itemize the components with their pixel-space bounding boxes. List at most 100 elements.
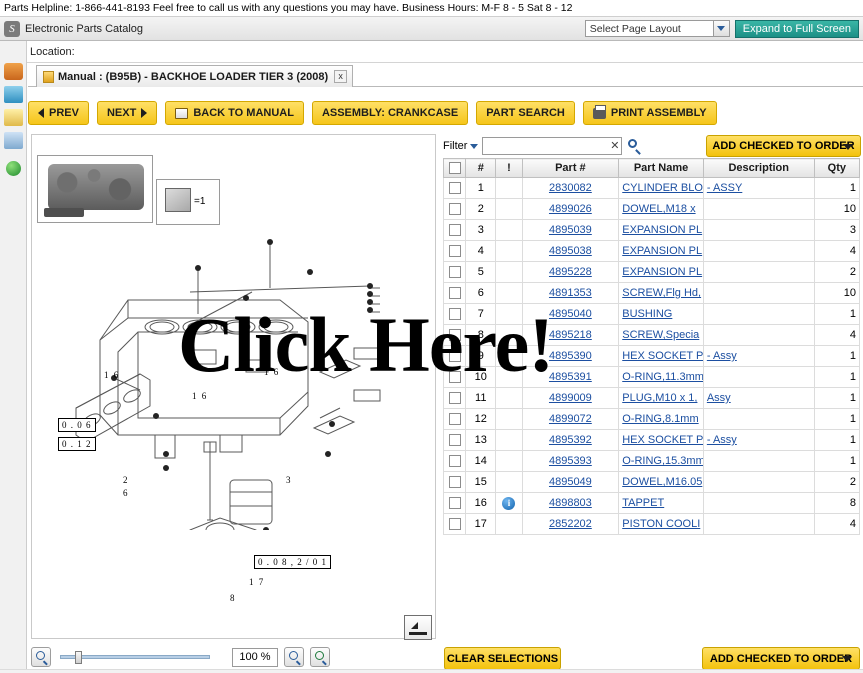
tab-manual[interactable]: Manual : (B95B) - BACKHOE LOADER TIER 3 … bbox=[36, 65, 354, 87]
part-name-link[interactable]: O-RING,8.1mm bbox=[622, 413, 698, 425]
part-number-link[interactable]: 4895040 bbox=[549, 308, 592, 320]
row-part-name[interactable]: PLUG,M10 x 1, bbox=[618, 387, 704, 409]
part-number-link[interactable]: 4899072 bbox=[549, 413, 592, 425]
part-number-link[interactable]: 4895039 bbox=[549, 224, 592, 236]
row-part-name[interactable]: O-RING,15.3mm bbox=[618, 450, 704, 472]
zoom-in-icon[interactable] bbox=[284, 647, 304, 667]
home-icon[interactable] bbox=[3, 63, 23, 80]
row-checkbox[interactable] bbox=[448, 413, 461, 426]
chevron-down-icon[interactable] bbox=[843, 144, 853, 150]
part-number-link[interactable]: 4895218 bbox=[549, 329, 592, 341]
chevron-down-icon[interactable] bbox=[470, 143, 479, 149]
row-part-name[interactable]: HEX SOCKET P bbox=[618, 345, 704, 367]
clear-selections-button[interactable]: CLEAR SELECTIONS bbox=[444, 647, 561, 670]
part-number-link[interactable]: 4899026 bbox=[549, 203, 592, 215]
part-name-link[interactable]: DOWEL,M18 x bbox=[622, 203, 695, 215]
row-part-name[interactable]: EXPANSION PL bbox=[618, 219, 704, 241]
part-name-link[interactable]: SCREW,Flg Hd, bbox=[622, 287, 701, 299]
row-part-number[interactable]: 4895228 bbox=[521, 261, 620, 283]
search-icon[interactable] bbox=[626, 138, 642, 155]
row-checkbox[interactable] bbox=[448, 203, 461, 216]
row-checkbox-cell[interactable] bbox=[442, 450, 467, 472]
row-part-name[interactable]: TAPPET bbox=[618, 492, 704, 514]
chevron-down-icon[interactable] bbox=[712, 21, 729, 36]
row-checkbox-cell[interactable] bbox=[442, 261, 467, 283]
part-name-link[interactable]: SCREW,Specia bbox=[622, 329, 699, 341]
table-row[interactable]: 11 4899009 PLUG,M10 x 1, Assy 1 bbox=[442, 387, 861, 409]
zoom-slider-handle[interactable] bbox=[75, 651, 82, 664]
row-checkbox-cell[interactable] bbox=[442, 198, 467, 220]
row-part-name[interactable]: BUSHING bbox=[618, 303, 704, 325]
part-number-link[interactable]: 4895392 bbox=[549, 434, 592, 446]
row-part-name[interactable]: DOWEL,M16.05 bbox=[618, 471, 704, 493]
part-name-link[interactable]: EXPANSION PL bbox=[622, 224, 702, 236]
row-part-number[interactable]: 4895049 bbox=[521, 471, 620, 493]
row-checkbox-cell[interactable] bbox=[442, 492, 467, 514]
add-checked-to-order-button-bottom[interactable]: ADD CHECKED TO ORDER bbox=[702, 647, 860, 670]
table-row[interactable]: 2 4899026 DOWEL,M18 x 10 bbox=[442, 198, 861, 220]
part-name-link[interactable]: HEX SOCKET P bbox=[622, 350, 702, 362]
row-part-name[interactable]: EXPANSION PL bbox=[618, 240, 704, 262]
select-all-checkbox[interactable] bbox=[448, 162, 461, 175]
table-row[interactable]: 16 i 4898803 TAPPET 8 bbox=[442, 492, 861, 514]
table-row[interactable]: 13 4895392 HEX SOCKET P - Assy 1 bbox=[442, 429, 861, 451]
row-part-number[interactable]: 4895393 bbox=[521, 450, 620, 472]
part-name-link[interactable]: EXPANSION PL bbox=[622, 245, 702, 257]
part-number-link[interactable]: 4895038 bbox=[549, 245, 592, 257]
row-part-name[interactable]: EXPANSION PL bbox=[618, 261, 704, 283]
part-number-link[interactable]: 2852202 bbox=[549, 518, 592, 530]
row-checkbox[interactable] bbox=[448, 455, 461, 468]
row-part-number[interactable]: 4899072 bbox=[521, 408, 620, 430]
row-part-number[interactable]: 4895392 bbox=[521, 429, 620, 451]
part-name-link[interactable]: DOWEL,M16.05 bbox=[622, 476, 702, 488]
order-icon[interactable] bbox=[3, 109, 23, 126]
table-row[interactable]: 1 2830082 CYLINDER BLO - ASSY 1 bbox=[442, 177, 861, 199]
column-header-part-number[interactable]: Part # bbox=[521, 158, 620, 178]
row-checkbox[interactable] bbox=[448, 224, 461, 237]
column-header-flag[interactable]: ! bbox=[495, 158, 523, 178]
row-part-number[interactable]: 4898803 bbox=[521, 492, 620, 514]
part-name-link[interactable]: PISTON COOLI bbox=[622, 518, 700, 530]
documents-icon[interactable] bbox=[3, 86, 23, 103]
row-checkbox-cell[interactable] bbox=[442, 387, 467, 409]
row-part-number[interactable]: 4899009 bbox=[521, 387, 620, 409]
filter-input[interactable]: ✕ bbox=[482, 137, 623, 155]
table-row[interactable]: 4 4895038 EXPANSION PL 4 bbox=[442, 240, 861, 262]
row-checkbox-cell[interactable] bbox=[442, 513, 467, 535]
back-to-manual-button[interactable]: BACK TO MANUAL bbox=[165, 101, 304, 125]
column-header-qty[interactable]: Qty bbox=[813, 158, 861, 178]
part-number-link[interactable]: 4898803 bbox=[549, 497, 592, 509]
row-checkbox[interactable] bbox=[448, 287, 461, 300]
row-part-name[interactable]: SCREW,Specia bbox=[618, 324, 704, 346]
part-number-link[interactable]: 4895049 bbox=[549, 476, 592, 488]
row-part-number[interactable]: 4895039 bbox=[521, 219, 620, 241]
part-number-link[interactable]: 4895228 bbox=[549, 266, 592, 278]
table-row[interactable]: 12 4899072 O-RING,8.1mm 1 bbox=[442, 408, 861, 430]
row-part-number[interactable]: 4895038 bbox=[521, 240, 620, 262]
add-checked-to-order-button-top[interactable]: ADD CHECKED TO ORDER bbox=[706, 135, 861, 157]
part-number-link[interactable]: 4895393 bbox=[549, 455, 592, 467]
popout-icon[interactable] bbox=[404, 615, 432, 640]
chevron-down-icon[interactable] bbox=[842, 656, 852, 662]
row-part-number[interactable]: 4899026 bbox=[521, 198, 620, 220]
zoom-slider[interactable] bbox=[60, 651, 210, 664]
next-button[interactable]: NEXT bbox=[96, 101, 158, 125]
part-name-link[interactable]: O-RING,15.3mm bbox=[622, 455, 702, 467]
prev-button[interactable]: PREV bbox=[28, 101, 89, 125]
row-checkbox-cell[interactable] bbox=[442, 177, 467, 199]
row-checkbox-cell[interactable] bbox=[442, 219, 467, 241]
engine-thumbnail[interactable] bbox=[37, 155, 153, 223]
column-header-number[interactable]: # bbox=[465, 158, 497, 178]
row-checkbox[interactable] bbox=[448, 434, 461, 447]
table-row[interactable]: 14 4895393 O-RING,15.3mm 1 bbox=[442, 450, 861, 472]
table-row[interactable]: 15 4895049 DOWEL,M16.05 2 bbox=[442, 471, 861, 493]
row-part-number[interactable]: 2830082 bbox=[521, 177, 620, 199]
part-number-link[interactable]: 4899009 bbox=[549, 392, 592, 404]
row-part-name[interactable]: HEX SOCKET P bbox=[618, 429, 704, 451]
part-number-link[interactable]: 2830082 bbox=[549, 182, 592, 194]
part-name-link[interactable]: O-RING,11.3mm bbox=[622, 371, 702, 383]
select-all-header[interactable] bbox=[442, 158, 467, 178]
part-name-link[interactable]: EXPANSION PL bbox=[622, 266, 702, 278]
column-header-part-name[interactable]: Part Name bbox=[618, 158, 704, 178]
table-row[interactable]: 5 4895228 EXPANSION PL 2 bbox=[442, 261, 861, 283]
